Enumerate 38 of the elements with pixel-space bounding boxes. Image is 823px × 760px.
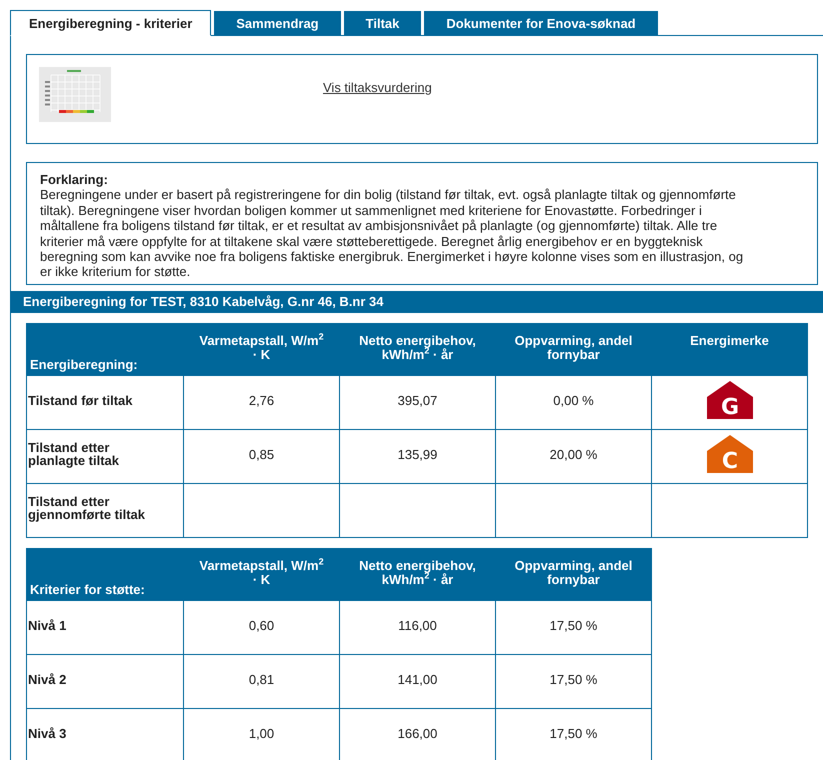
column-header: Netto energibehov, kWh/m$^{2}$ · år [340,323,496,376]
column-header: Energimerke [652,323,808,376]
link[interactable]: Vis tiltaksvurdering [323,80,432,95]
table-cell: 135,99 [340,429,496,484]
tab[interactable]: Tiltak [344,11,422,36]
table-cell: 116,00 [340,600,496,654]
table-cell: 17,50 % [496,654,652,708]
chart-thumbnail[interactable] [39,67,111,122]
column-header: Oppvarming, andel fornybar [496,323,652,376]
table-cell: 0,81 [184,654,340,708]
row-label: Nivå 1 [26,600,184,654]
column-header: Energiberegning: [26,323,184,376]
row-label: Tilstand etter planlagte tiltak [26,429,184,484]
section-title: Energiberegning for TEST, 8310 Kabelvåg, G.nr 46, B.nr 34 [11,290,823,313]
column-header: Kriterier for støtte: [26,548,184,600]
column-header: Oppvarming, andel fornybar [496,548,652,600]
table-cell: 20,00 % [496,429,652,484]
table-cell: 395,07 [340,375,496,430]
column-header: Netto energibehov, kWh/m$^{2}$ · år [340,548,496,600]
table-cell: 141,00 [340,654,496,708]
energy-label-icon: C [706,435,752,474]
column-header: Varmetapstall, W/m$^{2}$ · K [184,548,340,600]
table-cell: 0,60 [184,600,340,654]
tab[interactable]: Sammendrag [214,11,341,36]
column-header: Varmetapstall, W/m$^{2}$ · K [184,323,340,376]
tab[interactable]: Dokumenter for Enova-søknad [424,11,658,36]
energy-label-icon: G [706,381,752,420]
row-label: Tilstand før tiltak [26,375,184,430]
table-cell: 2,76 [184,375,340,430]
row-label: Tilstand etter gjennomførte tiltak [26,483,184,538]
row-label: Nivå 2 [26,654,184,708]
tab[interactable]: Energiberegning - kriterier [10,10,212,36]
explanation-title: Forklaring: [40,172,109,188]
table-cell: 0,85 [184,429,340,484]
table-cell: 0,00 % [496,375,652,430]
explanation-text: Beregningene under er basert på registreringene for din bolig (tilstand før tiltak, evt. også planlagte tiltak og gjennomførte tiltak). Beregningene viser hvordan boligen kommer ut sammenlignet med kriteriene for Enovastøtte. Forbedringer i måltallene fra boligens tilstand før tiltak, er et resultat av ambisjonsnivået på planlagte (og gjennomførte) tiltak. Alle tre kriterier må være oppfylte for at tiltakene skal være støtteberettigede. Beregnet årlig energibehov er en byggteknisk beregning som kan avvike noe fra boligens faktiske energibruk. Energimerket i høyre kolonne vises som en illustrasjon, og er ikke kriterium for støtte. [40,187,744,280]
table-cell: 17,50 % [496,600,652,654]
row-label: Nivå 3 [26,708,184,760]
